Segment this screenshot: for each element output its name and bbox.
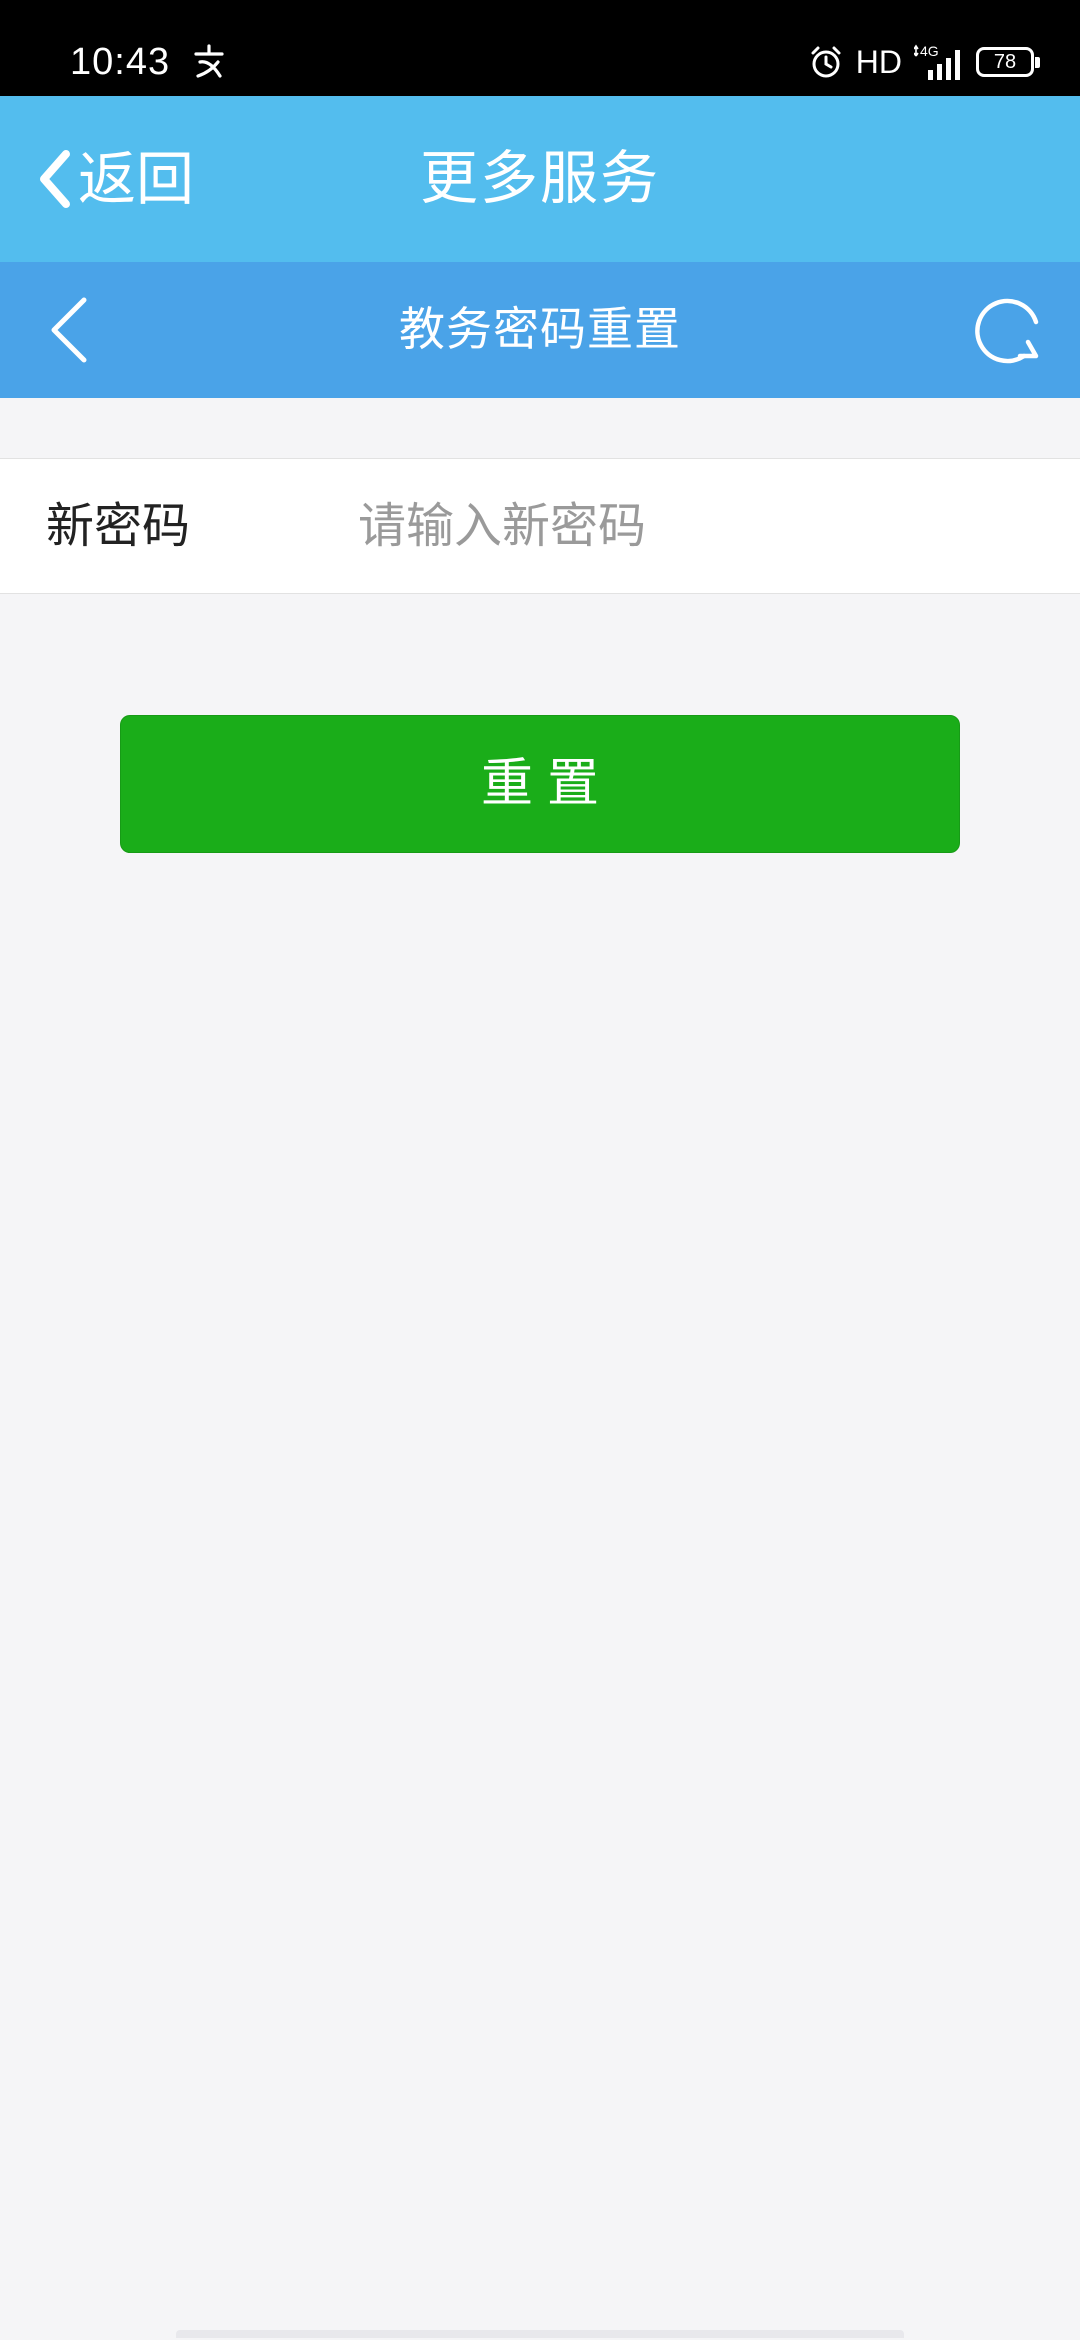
status-indicators: HD 4G 78 xyxy=(808,40,1040,84)
sub-header: 教务密码重置 xyxy=(0,262,1080,398)
new-password-label: 新密码 xyxy=(46,498,191,554)
status-time: 10:43 xyxy=(70,41,171,83)
page-title: 更多服务 xyxy=(419,144,660,212)
battery-level: 78 xyxy=(993,51,1017,73)
battery-icon: 78 xyxy=(976,47,1040,77)
notification-icon xyxy=(194,44,224,78)
signal-type-label: 4G xyxy=(920,43,939,59)
home-indicator xyxy=(176,2330,904,2338)
new-password-row: 新密码 xyxy=(0,458,1080,594)
signal-icon: 4G xyxy=(914,43,960,80)
alarm-icon xyxy=(811,46,841,78)
reset-button[interactable]: 重置 xyxy=(120,715,960,853)
new-password-input[interactable] xyxy=(358,481,1038,571)
sub-header-title: 教务密码重置 xyxy=(399,302,681,356)
nav-bar: 返回 更多服务 xyxy=(0,96,1080,262)
network-type-label: HD xyxy=(855,44,902,80)
refresh-icon[interactable] xyxy=(966,288,1050,372)
status-bar: 10:43 HD 4G 78 xyxy=(0,0,1080,96)
